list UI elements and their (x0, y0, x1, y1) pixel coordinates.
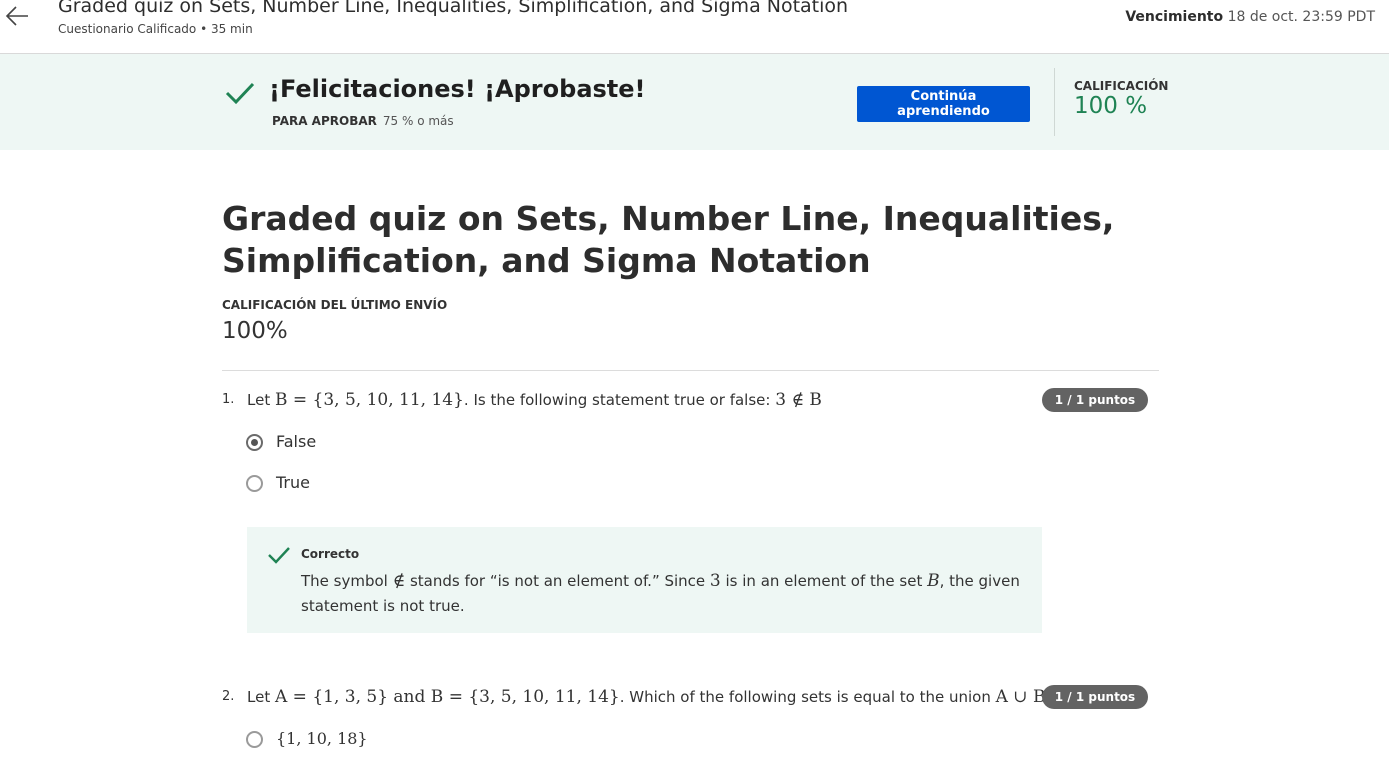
math-expression: A = {1, 3, 5} (274, 687, 389, 707)
continue-learning-button[interactable]: Continúa aprendiendo (857, 86, 1030, 122)
check-icon (224, 80, 256, 110)
feedback-text-part: stands for “is not an element of.” Since (405, 572, 710, 590)
grade-label: CALIFICACIÓN (1074, 79, 1169, 93)
last-submission-label: CALIFICACIÓN DEL ÚLTIMO ENVÍO (222, 298, 448, 312)
question-text: Let B = {3, 5, 10, 11, 14}. Is the follo… (247, 390, 822, 410)
math-expression: 3 ∉ B (775, 390, 822, 410)
radio-selected-icon[interactable] (246, 434, 263, 451)
arrow-left-icon[interactable] (4, 3, 30, 29)
question-number: 2. (222, 689, 235, 704)
congrats-message: ¡Felicitaciones! ¡Aprobaste! (269, 75, 646, 103)
divider (222, 370, 1159, 371)
due-date: Vencimiento 18 de oct. 23:59 PDT (1125, 9, 1375, 25)
option-label: False (276, 432, 317, 451)
option-label: True (276, 473, 310, 492)
page-title: Graded quiz on Sets, Number Line, Inequa… (222, 199, 1115, 280)
radio-icon[interactable] (246, 731, 263, 748)
question-text: Let A = {1, 3, 5} and B = {3, 5, 10, 11,… (247, 687, 1053, 707)
top-bar: Graded quiz on Sets, Number Line, Inequa… (0, 0, 1389, 54)
question-text-part: Let (247, 391, 275, 409)
question-text-part: . Which of the following sets is equal t… (619, 688, 996, 706)
check-icon (267, 545, 291, 569)
math-expression: B = {3, 5, 10, 11, 14} (430, 687, 620, 707)
math-expression: A ∪ B (995, 687, 1046, 707)
question-text-part: . Is the following statement true or fal… (463, 391, 776, 409)
question-number: 1. (222, 392, 235, 407)
radio-icon[interactable] (246, 475, 263, 492)
math-expression: 3 (709, 571, 721, 591)
grade-value: 100 % (1074, 93, 1148, 119)
points-badge: 1 / 1 puntos (1042, 388, 1148, 412)
feedback-title: Correcto (301, 547, 360, 561)
points-badge: 1 / 1 puntos (1042, 685, 1148, 709)
feedback-text: The symbol ∉ stands for “is not an eleme… (301, 569, 1021, 619)
math-expression: ∉ (392, 571, 406, 591)
due-label: Vencimiento (1125, 9, 1224, 25)
quiz-title: Graded quiz on Sets, Number Line, Inequa… (58, 0, 849, 17)
question-text-part: Let (247, 688, 275, 706)
math-expression: B = {3, 5, 10, 11, 14} (274, 390, 464, 410)
option-label: {1, 10, 18} (276, 729, 368, 748)
feedback-text-part: is in an element of the set (720, 572, 928, 590)
pass-banner (0, 54, 1389, 150)
last-submission-grade: 100% (222, 318, 288, 344)
feedback-panel: Correcto The symbol ∉ stands for “is not… (247, 527, 1042, 633)
math-expression: B (927, 571, 940, 591)
pass-value: 75 % o más (382, 114, 454, 128)
pass-requirement: PARA APROBAR 75 % o más (272, 114, 454, 128)
pass-label: PARA APROBAR (272, 114, 377, 128)
feedback-text-part: The symbol (301, 572, 393, 590)
due-value: 18 de oct. 23:59 PDT (1227, 9, 1375, 25)
question-text-part: and (388, 687, 431, 707)
quiz-subtitle: Cuestionario Calificado • 35 min (58, 22, 253, 36)
divider (1054, 68, 1055, 136)
